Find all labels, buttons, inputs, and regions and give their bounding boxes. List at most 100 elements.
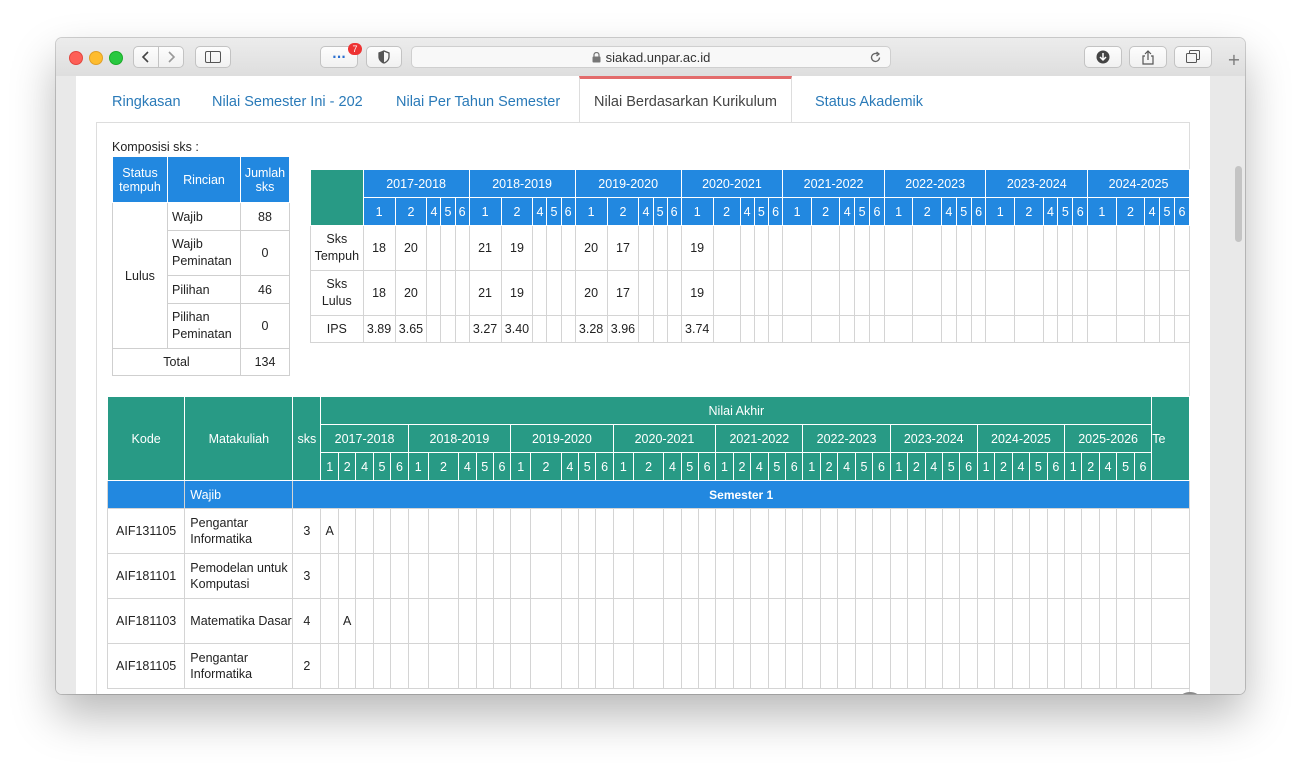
- back-button[interactable]: [133, 46, 159, 68]
- year-header: 2021-2022: [715, 424, 804, 453]
- term-header: 1: [510, 452, 532, 481]
- address-bar[interactable]: siakad.unpar.ac.id: [411, 46, 891, 68]
- term-header: 6: [785, 452, 804, 481]
- close-window-button[interactable]: [69, 51, 83, 65]
- summary-value-cell: [985, 270, 1016, 316]
- grade-cell: [732, 508, 752, 554]
- term-header: 4: [924, 452, 943, 481]
- grade-cell: [612, 598, 634, 644]
- grade-cell: [320, 643, 339, 689]
- downloads-button[interactable]: [1084, 46, 1122, 68]
- term-header: 5: [1029, 452, 1048, 481]
- term-header: 4: [426, 197, 442, 226]
- summary-value-cell: 20: [394, 225, 428, 271]
- summary-value-cell: [839, 270, 856, 316]
- year-header: 2017-2018: [320, 424, 409, 453]
- zoom-window-button[interactable]: [109, 51, 123, 65]
- shield-icon: [378, 50, 390, 64]
- grade-cell: [872, 508, 891, 554]
- kode-cell: AIF181105: [107, 643, 186, 689]
- tab-nilai-per-tahun-semester[interactable]: Nilai Per Tahun Semester: [396, 76, 560, 122]
- new-tab-button[interactable]: +: [1223, 50, 1245, 76]
- header-matakuliah: Matakuliah: [184, 396, 294, 481]
- summary-scroll-area[interactable]: 2017-2018 2018-2019 2019-2020 2020-2021 2021…: [310, 169, 1190, 349]
- group-semester: Semester 1: [292, 480, 1190, 509]
- grade-cell: [872, 553, 891, 599]
- jumlah-cell: 0: [240, 303, 290, 349]
- term-header: 1: [883, 197, 914, 226]
- summary-value-cell: [940, 270, 957, 316]
- summary-value-cell: [1057, 270, 1074, 316]
- tab-ringkasan[interactable]: Ringkasan: [112, 76, 181, 122]
- sidebar-button[interactable]: [195, 46, 231, 68]
- term-header: 6: [970, 197, 987, 226]
- term-header: 5: [767, 452, 787, 481]
- term-header: 6: [869, 197, 885, 226]
- summary-value-cell: [666, 270, 682, 316]
- grade-cell: [390, 553, 409, 599]
- summary-value-cell: [912, 225, 942, 271]
- term-header: 1: [574, 197, 608, 226]
- summary-value-cell: [1144, 225, 1161, 271]
- summary-value-cell: [970, 225, 987, 271]
- grade-cell: [578, 508, 597, 554]
- summary-value-cell: [810, 315, 841, 343]
- grade-cell: [632, 508, 665, 554]
- nilai-kurikulum-table: Kode Matakuliah sks Nilai Akhir Te 2017-2018 2…: [107, 396, 1190, 689]
- term-header: 1: [782, 197, 812, 226]
- term-header: 4: [458, 452, 477, 481]
- grade-cell: [1133, 553, 1153, 599]
- grade-cell: [1029, 553, 1048, 599]
- grade-cell: [337, 643, 357, 689]
- extension-badge: 7: [348, 43, 362, 55]
- grade-cell: [854, 508, 874, 554]
- sks-cell: 4: [292, 598, 322, 644]
- term-header: 2: [1115, 197, 1146, 226]
- summary-value-cell: [440, 270, 456, 316]
- summary-value-cell: [839, 225, 856, 271]
- summary-value-cell: [1014, 270, 1044, 316]
- grade-cell: [1098, 553, 1118, 599]
- tab-nilai-berdasarkan-kurikulum[interactable]: Nilai Berdasarkan Kurikulum: [579, 76, 792, 122]
- summary-value-cell: [532, 270, 548, 316]
- term-header: 1: [407, 452, 429, 481]
- tab-status-akademik[interactable]: Status Akademik: [815, 76, 923, 122]
- grade-cell: [1029, 643, 1048, 689]
- tab-nilai-semester-ini[interactable]: Nilai Semester Ini - 202: [212, 76, 363, 122]
- summary-value-cell: [638, 225, 654, 271]
- header-jumlah-sks: Jumlah sks: [240, 156, 290, 203]
- summary-value-cell: [767, 315, 784, 343]
- grade-cell: [560, 553, 580, 599]
- extra-cell: [1151, 643, 1190, 689]
- grade-cell: [407, 553, 429, 599]
- grade-cell: [530, 598, 562, 644]
- grade-cell: [407, 508, 429, 554]
- share-button[interactable]: [1129, 46, 1167, 68]
- grade-cell: [924, 553, 943, 599]
- term-header: 6: [390, 452, 409, 481]
- summary-sks-ips-table: 2017-2018 2018-2019 2019-2020 2020-2021 2021…: [310, 169, 1190, 343]
- privacy-button[interactable]: [366, 46, 402, 68]
- chevron-right-icon: [168, 51, 176, 63]
- grade-cell: A: [337, 598, 357, 644]
- page-content: Ringkasan Nilai Semester Ini - 202 Nilai…: [76, 76, 1210, 694]
- minimize-window-button[interactable]: [89, 51, 103, 65]
- summary-value-cell: [712, 315, 741, 343]
- nilai-scroll-area[interactable]: Kode Matakuliah sks Nilai Akhir Te 2017-2018 2…: [107, 396, 1190, 694]
- term-header: 4: [663, 452, 682, 481]
- grade-cell: [390, 643, 409, 689]
- grade-cell: [680, 508, 699, 554]
- header-rincian: Rincian: [167, 156, 241, 203]
- summary-value-cell: [1159, 225, 1175, 271]
- grade-cell: [767, 643, 787, 689]
- dots-icon: ···: [332, 50, 346, 64]
- term-header: 6: [1133, 452, 1153, 481]
- grade-cell: [1029, 508, 1048, 554]
- tab-overview-button[interactable]: [1174, 46, 1212, 68]
- forward-button[interactable]: [158, 46, 184, 68]
- grade-cell: [1133, 643, 1153, 689]
- reload-icon[interactable]: [869, 51, 882, 64]
- table-row: AIF181105 Pengantar Informatika 2: [107, 643, 1190, 689]
- summary-value-cell: [782, 270, 812, 316]
- vertical-scrollbar[interactable]: [1235, 166, 1242, 242]
